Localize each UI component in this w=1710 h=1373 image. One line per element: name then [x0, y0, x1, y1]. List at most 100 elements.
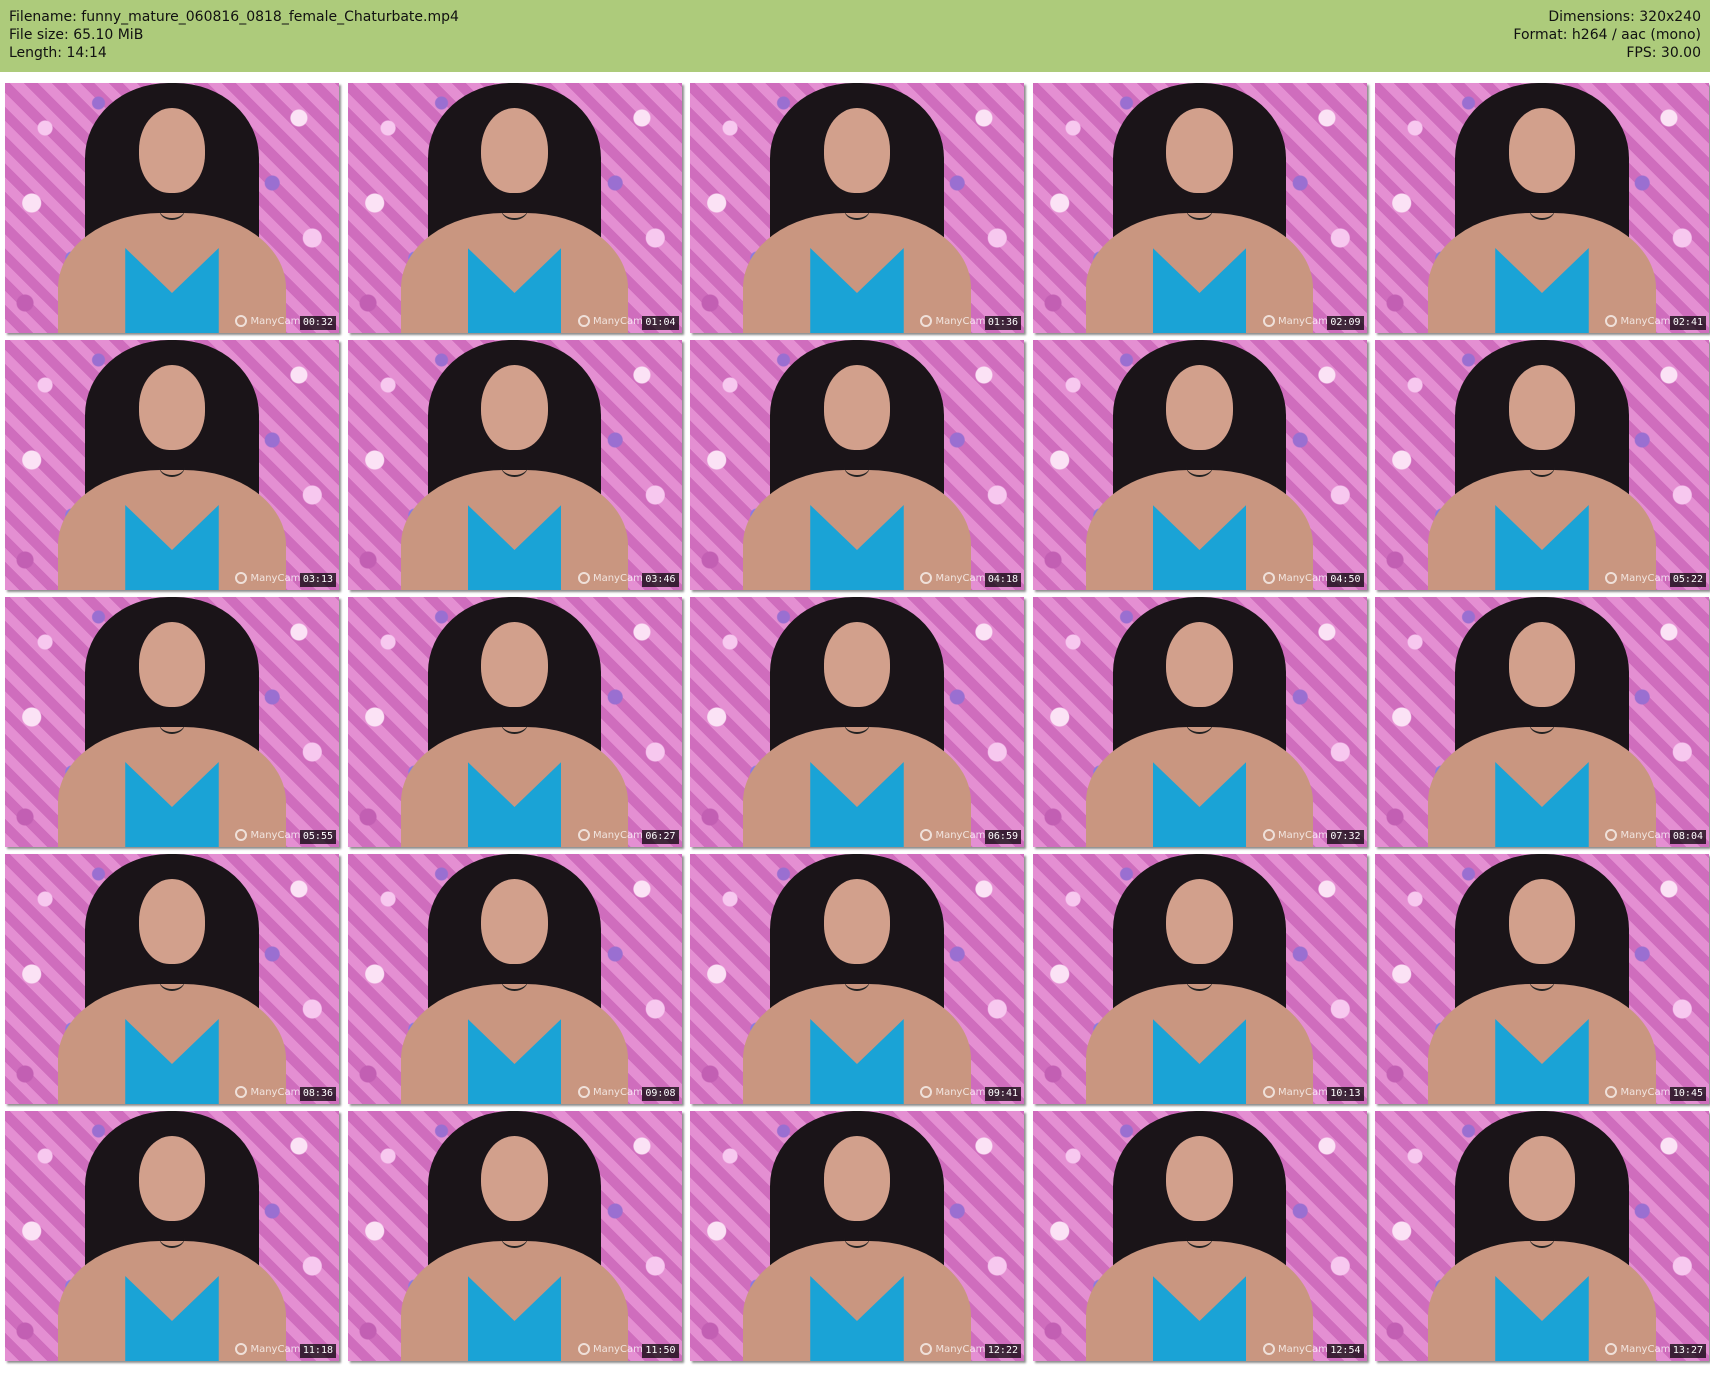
necklace-shape — [501, 712, 528, 734]
format-text: Format: h264 / aac (mono) — [1513, 27, 1701, 43]
face-shape — [138, 365, 206, 450]
watermark-text: ManyCam — [592, 1086, 643, 1098]
thumbnail: ManyCam 04:18 — [690, 340, 1024, 590]
necklace-shape — [158, 455, 186, 477]
thumbnail: ManyCam 05:55 — [5, 597, 339, 847]
necklace-shape — [843, 1226, 871, 1248]
thumbnail: ManyCam 13:27 — [1375, 1111, 1709, 1361]
timestamp-label: 08:36 — [299, 1087, 336, 1101]
face-shape — [1166, 365, 1233, 450]
necklace-shape — [1528, 969, 1556, 991]
manycam-logo-icon — [1262, 1086, 1275, 1098]
manycam-logo-icon — [577, 1086, 590, 1098]
watermark: ManyCam — [1262, 829, 1328, 841]
watermark-text: ManyCam — [250, 1086, 301, 1098]
timestamp-label: 04:50 — [1327, 573, 1364, 587]
thumbnail: ManyCam 00:32 — [5, 83, 339, 333]
timestamp-label: 04:18 — [984, 573, 1021, 587]
face-shape — [823, 879, 891, 964]
watermark: ManyCam — [920, 1086, 985, 1098]
manycam-logo-icon — [1262, 1343, 1275, 1355]
thumbnail: ManyCam 10:45 — [1375, 854, 1709, 1104]
necklace-shape — [843, 455, 871, 477]
watermark: ManyCam — [1262, 572, 1328, 584]
fps-text: FPS: 30.00 — [1626, 45, 1701, 61]
timestamp-label: 11:50 — [642, 1344, 679, 1358]
watermark: ManyCam — [235, 829, 300, 841]
face-shape — [1166, 1136, 1233, 1221]
manycam-logo-icon — [577, 829, 590, 841]
watermark-text: ManyCam — [1277, 315, 1328, 327]
watermark-text: ManyCam — [250, 1343, 301, 1355]
timestamp-label: 06:27 — [642, 830, 679, 844]
necklace-shape — [1186, 969, 1213, 991]
thumbnail: ManyCam 03:13 — [5, 340, 339, 590]
watermark: ManyCam — [1262, 1343, 1328, 1355]
watermark-text: ManyCam — [1277, 829, 1328, 841]
face-shape — [1508, 622, 1576, 707]
face-shape — [1508, 365, 1576, 450]
thumbnail: ManyCam 02:41 — [1375, 83, 1709, 333]
watermark: ManyCam — [577, 1086, 643, 1098]
necklace-shape — [1186, 455, 1213, 477]
manycam-logo-icon — [920, 1086, 933, 1098]
thumbnail: ManyCam 02:09 — [1032, 83, 1367, 333]
watermark-text: ManyCam — [935, 572, 986, 584]
watermark: ManyCam — [1605, 572, 1670, 584]
thumbnail: ManyCam 12:54 — [1032, 1111, 1367, 1361]
watermark: ManyCam — [920, 572, 985, 584]
face-shape — [1166, 879, 1233, 964]
timestamp-label: 05:55 — [299, 830, 336, 844]
thumbnail: ManyCam 11:50 — [347, 1111, 682, 1361]
stream-meta: Dimensions: 320x240 Format: h264 / aac (… — [1513, 8, 1701, 62]
manycam-logo-icon — [235, 1086, 248, 1098]
manycam-logo-icon — [920, 829, 933, 841]
necklace-shape — [501, 198, 528, 220]
watermark: ManyCam — [1262, 315, 1328, 327]
watermark: ManyCam — [577, 315, 643, 327]
face-shape — [481, 622, 548, 707]
manycam-logo-icon — [1605, 572, 1618, 584]
length-text: Length: 14:14 — [9, 45, 107, 61]
necklace-shape — [843, 969, 871, 991]
thumbnail: ManyCam 04:50 — [1032, 340, 1367, 590]
manycam-logo-icon — [1262, 829, 1275, 841]
manycam-logo-icon — [920, 1343, 933, 1355]
necklace-shape — [158, 198, 186, 220]
thumbnail: ManyCam 05:22 — [1375, 340, 1709, 590]
timestamp-label: 09:08 — [642, 1087, 679, 1101]
necklace-shape — [1186, 1226, 1213, 1248]
necklace-shape — [843, 198, 871, 220]
watermark: ManyCam — [577, 829, 643, 841]
watermark: ManyCam — [235, 315, 300, 327]
timestamp-label: 05:22 — [1669, 573, 1706, 587]
timestamp-label: 12:54 — [1327, 1344, 1364, 1358]
timestamp-label: 07:32 — [1327, 830, 1364, 844]
file-meta: Filename: funny_mature_060816_0818_femal… — [9, 8, 459, 62]
necklace-shape — [158, 1226, 186, 1248]
face-shape — [823, 365, 891, 450]
watermark: ManyCam — [920, 829, 985, 841]
manycam-logo-icon — [920, 572, 933, 584]
manycam-logo-icon — [235, 315, 248, 327]
timestamp-label: 02:41 — [1669, 316, 1706, 330]
manycam-logo-icon — [577, 1343, 590, 1355]
watermark-text: ManyCam — [592, 1343, 643, 1355]
necklace-shape — [501, 1226, 528, 1248]
watermark-text: ManyCam — [592, 572, 643, 584]
dimensions-text: Dimensions: 320x240 — [1548, 9, 1701, 25]
necklace-shape — [158, 969, 186, 991]
face-shape — [1508, 879, 1576, 964]
face-shape — [138, 622, 206, 707]
manycam-logo-icon — [1262, 315, 1275, 327]
watermark-text: ManyCam — [935, 315, 986, 327]
manycam-logo-icon — [235, 572, 248, 584]
thumbnail: ManyCam 08:04 — [1375, 597, 1709, 847]
thumbnail: ManyCam 01:04 — [347, 83, 682, 333]
watermark: ManyCam — [235, 1086, 300, 1098]
thumbnail: ManyCam 12:22 — [690, 1111, 1024, 1361]
face-shape — [481, 365, 548, 450]
face-shape — [823, 622, 891, 707]
necklace-shape — [158, 712, 186, 734]
necklace-shape — [843, 712, 871, 734]
